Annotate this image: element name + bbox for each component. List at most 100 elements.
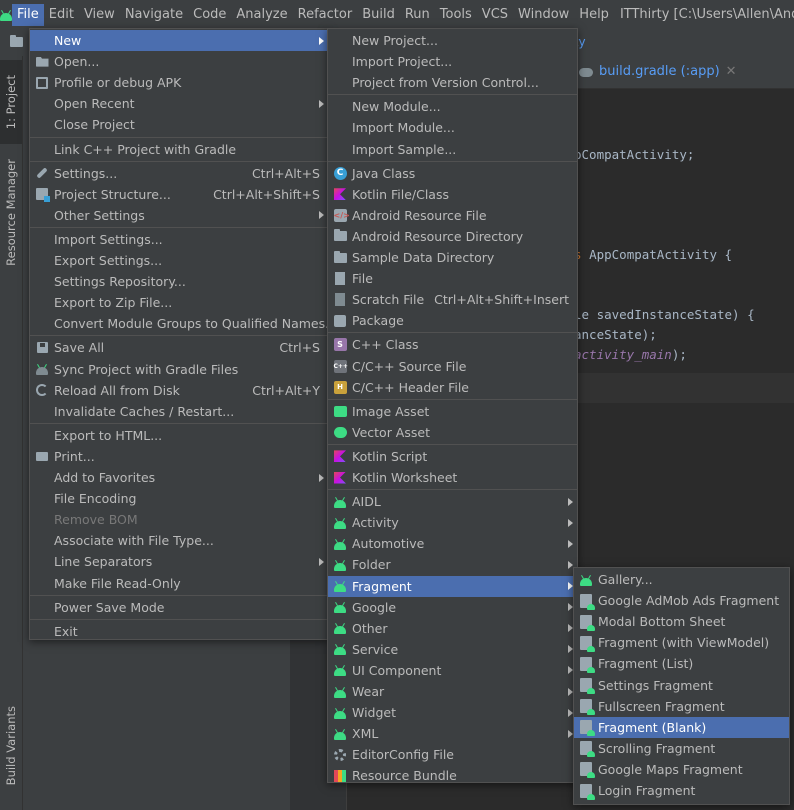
new-menu-item-aidl[interactable]: AIDL: [328, 491, 577, 512]
menu-separator: [30, 422, 328, 424]
new-menu-item-google[interactable]: Google: [328, 597, 577, 618]
new-menu-item-project-from-version-control[interactable]: Project from Version Control...: [328, 72, 577, 93]
new-menu-item-wear[interactable]: Wear: [328, 681, 577, 702]
tab-build-variants[interactable]: Build Variants: [0, 692, 22, 800]
menu-item-label: Exit: [54, 623, 78, 639]
new-menu-item-kotlin-file-class[interactable]: Kotlin File/Class: [328, 184, 577, 205]
file-menu-item-exit[interactable]: Exit: [30, 621, 328, 642]
file-menu-item-settings-repository[interactable]: Settings Repository...: [30, 271, 328, 292]
new-menu-item-image-asset[interactable]: Image Asset: [328, 401, 577, 422]
file-menu-item-invalidate-caches-restart[interactable]: Invalidate Caches / Restart...: [30, 401, 328, 422]
menu-item-label: Link C++ Project with Gradle: [54, 141, 237, 157]
tab-resource-manager[interactable]: Resource Manager: [0, 152, 22, 272]
fragment-menu-item-settings-fragment[interactable]: Settings Fragment: [574, 675, 789, 696]
menu-vcs[interactable]: VCS: [477, 4, 513, 26]
project-folder-icon[interactable]: [10, 35, 23, 47]
new-menu-item-java-class[interactable]: C Java Class: [328, 163, 577, 184]
fragment-menu-item-fullscreen-fragment[interactable]: Fullscreen Fragment: [574, 696, 789, 717]
new-menu-item-resource-bundle[interactable]: Resource Bundle: [328, 765, 577, 786]
new-menu-item-import-sample[interactable]: Import Sample...: [328, 139, 577, 160]
new-menu-item-scratch-file[interactable]: Scratch File Ctrl+Alt+Shift+Insert: [328, 289, 577, 310]
new-menu-item-new-module[interactable]: New Module...: [328, 96, 577, 117]
file-menu-item-print[interactable]: Print...: [30, 446, 328, 467]
file-menu-item-profile-or-debug-apk[interactable]: Profile or debug APK: [30, 72, 328, 93]
file-menu-item-link-c-project-with-gradle[interactable]: Link C++ Project with Gradle: [30, 139, 328, 160]
new-menu-item-sample-data-directory[interactable]: Sample Data Directory: [328, 247, 577, 268]
menu-edit[interactable]: Edit: [44, 4, 79, 26]
file-menu-item-power-save-mode[interactable]: Power Save Mode: [30, 597, 328, 618]
new-menu-item-android-resource-directory[interactable]: Android Resource Directory: [328, 226, 577, 247]
fragment-menu-item-gallery[interactable]: Gallery...: [574, 569, 789, 590]
menu-item-label: Import Module...: [352, 120, 455, 136]
new-menu-item-c-c-header-file[interactable]: H C/C++ Header File: [328, 377, 577, 398]
file-menu-item-new[interactable]: New: [30, 30, 328, 51]
menu-file[interactable]: File: [12, 3, 44, 26]
fragment-menu-item-fragment-blank[interactable]: Fragment (Blank): [574, 716, 789, 738]
menu-item-shortcut: Ctrl+Alt+Shift+Insert: [434, 292, 569, 308]
left-tool-strip: 1: Project Resource Manager Build Varian…: [0, 56, 23, 810]
fragment-menu-item-login-fragment[interactable]: Login Fragment: [574, 780, 789, 801]
new-menu-item-folder[interactable]: Folder: [328, 554, 577, 575]
menu-window[interactable]: Window: [513, 4, 574, 26]
new-menu-item-other[interactable]: Other: [328, 618, 577, 639]
fragment-menu-item-google-maps-fragment[interactable]: Google Maps Fragment: [574, 759, 789, 780]
file-menu-item-export-settings[interactable]: Export Settings...: [30, 250, 328, 271]
file-menu-item-add-to-favorites[interactable]: Add to Favorites: [30, 467, 328, 488]
menu-navigate[interactable]: Navigate: [120, 4, 188, 26]
file-menu-item-close-project[interactable]: Close Project: [30, 114, 328, 135]
menu-build[interactable]: Build: [357, 4, 400, 26]
new-menu-item-file[interactable]: File: [328, 268, 577, 289]
new-menu-item-kotlin-worksheet[interactable]: Kotlin Worksheet: [328, 467, 577, 488]
file-menu-item-other-settings[interactable]: Other Settings: [30, 205, 328, 226]
menu-view[interactable]: View: [79, 4, 120, 26]
new-menu-item-new-project[interactable]: New Project...: [328, 30, 577, 51]
new-menu-item-service[interactable]: Service: [328, 639, 577, 660]
file-menu-item-line-separators[interactable]: Line Separators: [30, 551, 328, 572]
new-menu-item-c-class[interactable]: S C++ Class: [328, 334, 577, 355]
new-menu-item-kotlin-script[interactable]: Kotlin Script: [328, 446, 577, 467]
file-menu-item-export-to-zip-file[interactable]: Export to Zip File...: [30, 292, 328, 313]
file-menu-item-sync-project-with-gradle-files[interactable]: Sync Project with Gradle Files: [30, 359, 328, 380]
file-menu-item-import-settings[interactable]: Import Settings...: [30, 229, 328, 250]
fragment-menu-item-google-admob-ads-fragment[interactable]: Google AdMob Ads Fragment: [574, 590, 789, 611]
new-menu-item-import-module[interactable]: Import Module...: [328, 117, 577, 138]
menu-help[interactable]: Help: [574, 4, 614, 26]
new-menu-item-fragment[interactable]: Fragment: [328, 575, 577, 597]
fragment-menu-item-scrolling-fragment[interactable]: Scrolling Fragment: [574, 738, 789, 759]
new-menu-item-package[interactable]: Package: [328, 310, 577, 331]
menu-refactor[interactable]: Refactor: [293, 4, 358, 26]
new-menu-item-activity[interactable]: Activity: [328, 512, 577, 533]
file-menu-item-file-encoding[interactable]: File Encoding: [30, 488, 328, 509]
menu-tools[interactable]: Tools: [435, 4, 477, 26]
file-menu-item-make-file-read-only[interactable]: Make File Read-Only: [30, 573, 328, 594]
file-menu-item-settings[interactable]: Settings... Ctrl+Alt+S: [30, 163, 328, 184]
menu-item-shortcut: Ctrl+S: [279, 340, 320, 356]
new-menu-item-android-resource-file[interactable]: </> Android Resource File: [328, 205, 577, 226]
file-menu-item-convert-module-groups-to-qualified-names[interactable]: Convert Module Groups to Qualified Names…: [30, 313, 337, 334]
menu-analyze[interactable]: Analyze: [231, 4, 292, 26]
menu-run[interactable]: Run: [400, 4, 435, 26]
menu-item-label: New: [54, 33, 82, 48]
new-menu-item-widget[interactable]: Widget: [328, 702, 577, 723]
file-menu-item-save-all[interactable]: Save All Ctrl+S: [30, 337, 328, 358]
file-menu-item-export-to-html[interactable]: Export to HTML...: [30, 425, 328, 446]
new-menu-item-import-project[interactable]: Import Project...: [328, 51, 577, 72]
fragment-menu-item-fragment-with-viewmodel[interactable]: Fragment (with ViewModel): [574, 632, 789, 653]
file-menu-item-project-structure[interactable]: Project Structure... Ctrl+Alt+Shift+S: [30, 184, 328, 205]
fragment-menu-item-modal-bottom-sheet[interactable]: Modal Bottom Sheet: [574, 611, 789, 632]
file-menu-item-open-recent[interactable]: Open Recent: [30, 93, 328, 114]
new-menu-item-automotive[interactable]: Automotive: [328, 533, 577, 554]
file-menu-item-open[interactable]: Open...: [30, 51, 328, 72]
new-menu-item-editorconfig-file[interactable]: EditorConfig File: [328, 744, 577, 765]
new-menu-item-ui-component[interactable]: UI Component: [328, 660, 577, 681]
new-menu-item-xml[interactable]: XML: [328, 723, 577, 744]
close-tab-icon[interactable]: ✕: [726, 56, 737, 88]
file-menu-item-associate-with-file-type[interactable]: Associate with File Type...: [30, 530, 328, 551]
tab-project[interactable]: 1: Project: [0, 60, 22, 144]
editor-tab-build-gradle[interactable]: build.gradle (:app) ✕: [579, 56, 737, 88]
fragment-menu-item-fragment-list[interactable]: Fragment (List): [574, 653, 789, 674]
new-menu-item-c-c-source-file[interactable]: C++ C/C++ Source File: [328, 356, 577, 377]
menu-code[interactable]: Code: [188, 4, 231, 26]
new-menu-item-vector-asset[interactable]: Vector Asset: [328, 422, 577, 443]
file-menu-item-reload-all-from-disk[interactable]: Reload All from Disk Ctrl+Alt+Y: [30, 380, 328, 401]
